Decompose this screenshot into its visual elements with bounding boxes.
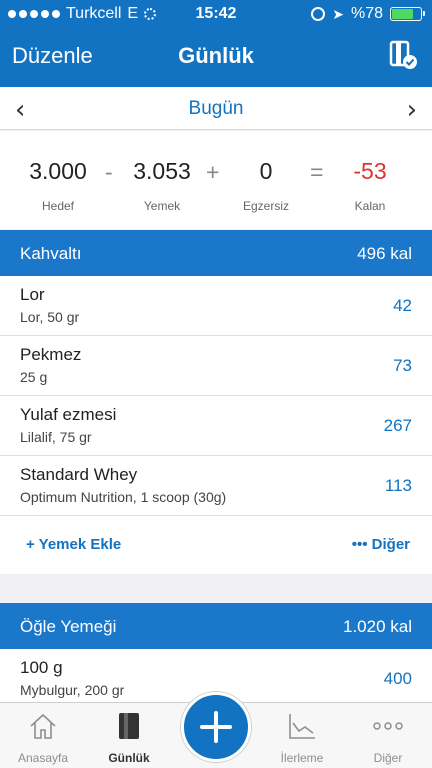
plus-operator: +: [206, 159, 220, 185]
food-label: Yemek: [143, 199, 181, 213]
food-calories: 113: [384, 476, 412, 495]
meal-actions: + Yemek Ekle ••• Diğer: [0, 516, 432, 574]
food-row[interactable]: Pekmez 25 g 73: [0, 336, 432, 396]
exercise-cell: 0 Egzersiz: [226, 158, 306, 213]
food-calories: 73: [393, 356, 412, 375]
food-detail: Lor, 50 gr: [20, 309, 80, 325]
location-icon: ➤: [332, 5, 344, 22]
nav-bar: Düzenle Günlük: [0, 28, 432, 87]
battery-percent: %78: [350, 5, 383, 22]
food-calories: 267: [383, 416, 412, 435]
next-day-icon[interactable]: ›: [407, 95, 417, 125]
diary-icon: [119, 713, 139, 739]
add-food-button[interactable]: + Yemek Ekle: [26, 536, 121, 553]
food-row[interactable]: Standard Whey Optimum Nutrition, 1 scoop…: [0, 456, 432, 516]
goal-value: 3.000: [29, 158, 87, 184]
tab-progress[interactable]: İlerleme: [259, 703, 345, 768]
rotation-lock-icon: [311, 7, 326, 21]
date-label[interactable]: Bugün: [0, 98, 432, 120]
food-row[interactable]: Yulaf ezmesi Lilalif, 75 gr 267: [0, 396, 432, 456]
tab-label: Günlük: [108, 751, 150, 765]
tab-label: İlerleme: [280, 751, 324, 765]
food-detail: Mybulgur, 200 gr: [20, 682, 125, 698]
plus-icon: [200, 711, 232, 743]
app-header: Turkcell E 15:42 ➤ %78 Düzenle Günlük: [0, 0, 432, 87]
food-value: 3.053: [133, 158, 191, 184]
meal-header-lunch[interactable]: Öğle Yemeği 1.020 kal: [0, 603, 432, 649]
remaining-cell: -53 Kalan: [330, 158, 410, 213]
home-icon: [30, 713, 56, 739]
tab-diary[interactable]: Günlük: [86, 703, 172, 768]
food-detail: Optimum Nutrition, 1 scoop (30g): [20, 489, 227, 505]
food-name: 100 g: [20, 658, 63, 677]
food-calories: 42: [393, 296, 412, 315]
remaining-value: -53: [353, 158, 387, 184]
exercise-value: 0: [259, 158, 273, 184]
food-name: Lor: [20, 285, 45, 304]
food-calories: 400: [383, 669, 412, 688]
minus-operator: -: [105, 159, 113, 185]
tab-label: Diğer: [373, 751, 403, 765]
page-title: Günlük: [178, 43, 254, 68]
tab-label: Anasayfa: [17, 751, 69, 765]
food-row[interactable]: Lor Lor, 50 gr 42: [0, 276, 432, 336]
diary-check-icon[interactable]: [388, 40, 418, 70]
equals-operator: =: [310, 159, 324, 185]
date-navigator: ‹ Bugün ›: [0, 87, 432, 130]
exercise-label: Egzersiz: [242, 199, 289, 213]
meal-name: Öğle Yemeği: [20, 617, 117, 636]
goal-label: Hedef: [41, 199, 75, 213]
tab-home[interactable]: Anasayfa: [0, 703, 86, 768]
food-cell: 3.053 Yemek: [122, 158, 202, 213]
add-entry-button[interactable]: [181, 692, 251, 762]
food-name: Yulaf ezmesi: [20, 405, 117, 424]
battery-icon: [390, 7, 425, 21]
calorie-summary: 3.000 Hedef - 3.053 Yemek + 0 Egzersiz =…: [0, 131, 432, 229]
food-detail: 25 g: [20, 369, 48, 385]
chart-icon: [289, 714, 315, 739]
status-bar: Turkcell E 15:42 ➤ %78: [0, 0, 432, 28]
meal-header-breakfast[interactable]: Kahvaltı 496 kal: [0, 230, 432, 276]
meal-calories: 496 kal: [357, 244, 412, 263]
remaining-label: Kalan: [354, 199, 386, 213]
tab-more[interactable]: Diğer: [345, 703, 431, 768]
goal-cell: 3.000 Hedef: [18, 158, 98, 213]
meal-name: Kahvaltı: [20, 244, 82, 263]
meal-calories: 1.020 kal: [343, 617, 412, 636]
more-options-button[interactable]: ••• Diğer: [352, 536, 410, 553]
food-name: Pekmez: [20, 345, 82, 364]
more-icon: [373, 722, 403, 730]
food-detail: Lilalif, 75 gr: [20, 429, 92, 445]
food-name: Standard Whey: [20, 465, 138, 484]
